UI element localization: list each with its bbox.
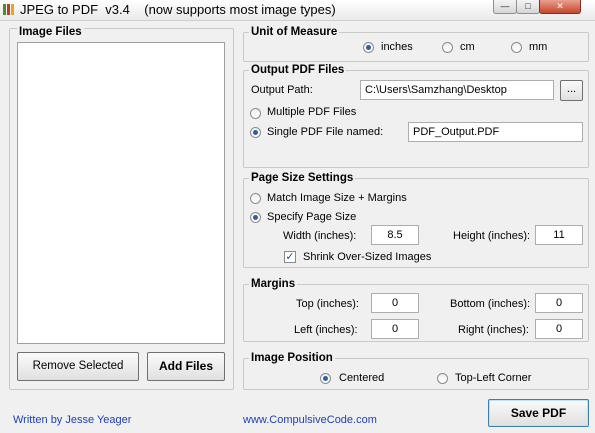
output-pdf-title: Output PDF Files	[249, 64, 347, 76]
margin-left-input[interactable]: 0	[371, 319, 419, 339]
margin-left-label: Left (inches):	[294, 324, 358, 336]
single-pdf-radio[interactable]	[250, 127, 261, 138]
pdf-filename-input[interactable]: PDF_Output.PDF	[408, 122, 583, 142]
width-label: Width (inches):	[283, 230, 357, 242]
output-path-input[interactable]: C:\Users\Samzhang\Desktop	[360, 80, 554, 100]
margin-top-input[interactable]: 0	[371, 293, 419, 313]
unit-of-measure-title: Unit of Measure	[249, 26, 340, 38]
position-topleft-radio[interactable]	[437, 373, 448, 384]
shrink-images-label: Shrink Over-Sized Images	[303, 251, 432, 263]
height-input[interactable]: 11	[535, 225, 583, 245]
window-title: JPEG to PDF v3.4 (now supports most imag…	[20, 2, 336, 17]
width-input[interactable]: 8.5	[371, 225, 419, 245]
margin-top-label: Top (inches):	[296, 298, 359, 310]
minimize-icon: —	[500, 1, 510, 11]
multiple-pdf-label: Multiple PDF Files	[267, 106, 357, 118]
unit-cm-radio[interactable]	[442, 42, 453, 53]
shrink-images-checkbox[interactable]: ✓	[284, 251, 296, 263]
position-centered-radio[interactable]	[320, 373, 331, 384]
browse-button[interactable]: ...	[560, 80, 583, 101]
image-files-title: Image Files	[17, 26, 84, 38]
unit-cm-label: cm	[460, 41, 475, 53]
image-position-title: Image Position	[249, 352, 335, 364]
unit-inches-label: inches	[381, 41, 413, 53]
maximize-icon: □	[525, 1, 531, 11]
add-files-button[interactable]: Add Files	[147, 352, 225, 381]
position-centered-label: Centered	[339, 372, 385, 384]
margin-right-input[interactable]: 0	[535, 319, 583, 339]
website-link[interactable]: www.CompulsiveCode.com	[243, 414, 377, 426]
specify-page-size-label: Specify Page Size	[267, 211, 357, 223]
author-link[interactable]: Written by Jesse Yeager	[13, 414, 131, 426]
maximize-button[interactable]: □	[516, 0, 540, 14]
output-path-label: Output Path:	[251, 84, 313, 96]
match-image-size-radio[interactable]	[250, 193, 261, 204]
margin-right-label: Right (inches):	[458, 324, 529, 336]
page-size-title: Page Size Settings	[249, 172, 356, 184]
margins-title: Margins	[249, 278, 298, 290]
unit-mm-label: mm	[529, 41, 548, 53]
height-label: Height (inches):	[453, 230, 531, 242]
single-pdf-label: Single PDF File named:	[267, 126, 384, 138]
position-topleft-label: Top-Left Corner	[455, 372, 532, 384]
app-icon	[3, 4, 14, 15]
match-image-size-label: Match Image Size + Margins	[267, 192, 407, 204]
margin-bottom-input[interactable]: 0	[535, 293, 583, 313]
multiple-pdf-radio[interactable]	[250, 108, 261, 119]
remove-selected-button[interactable]: Remove Selected	[17, 352, 139, 381]
save-pdf-button[interactable]: Save PDF	[488, 399, 589, 427]
close-icon: ✕	[556, 1, 564, 11]
minimize-button[interactable]: —	[493, 0, 517, 14]
unit-mm-radio[interactable]	[511, 42, 522, 53]
close-button[interactable]: ✕	[539, 0, 581, 14]
image-files-list[interactable]	[17, 42, 225, 344]
unit-inches-radio[interactable]	[363, 42, 374, 53]
checkmark-icon: ✓	[285, 251, 295, 263]
margin-bottom-label: Bottom (inches):	[450, 298, 531, 310]
specify-page-size-radio[interactable]	[250, 212, 261, 223]
